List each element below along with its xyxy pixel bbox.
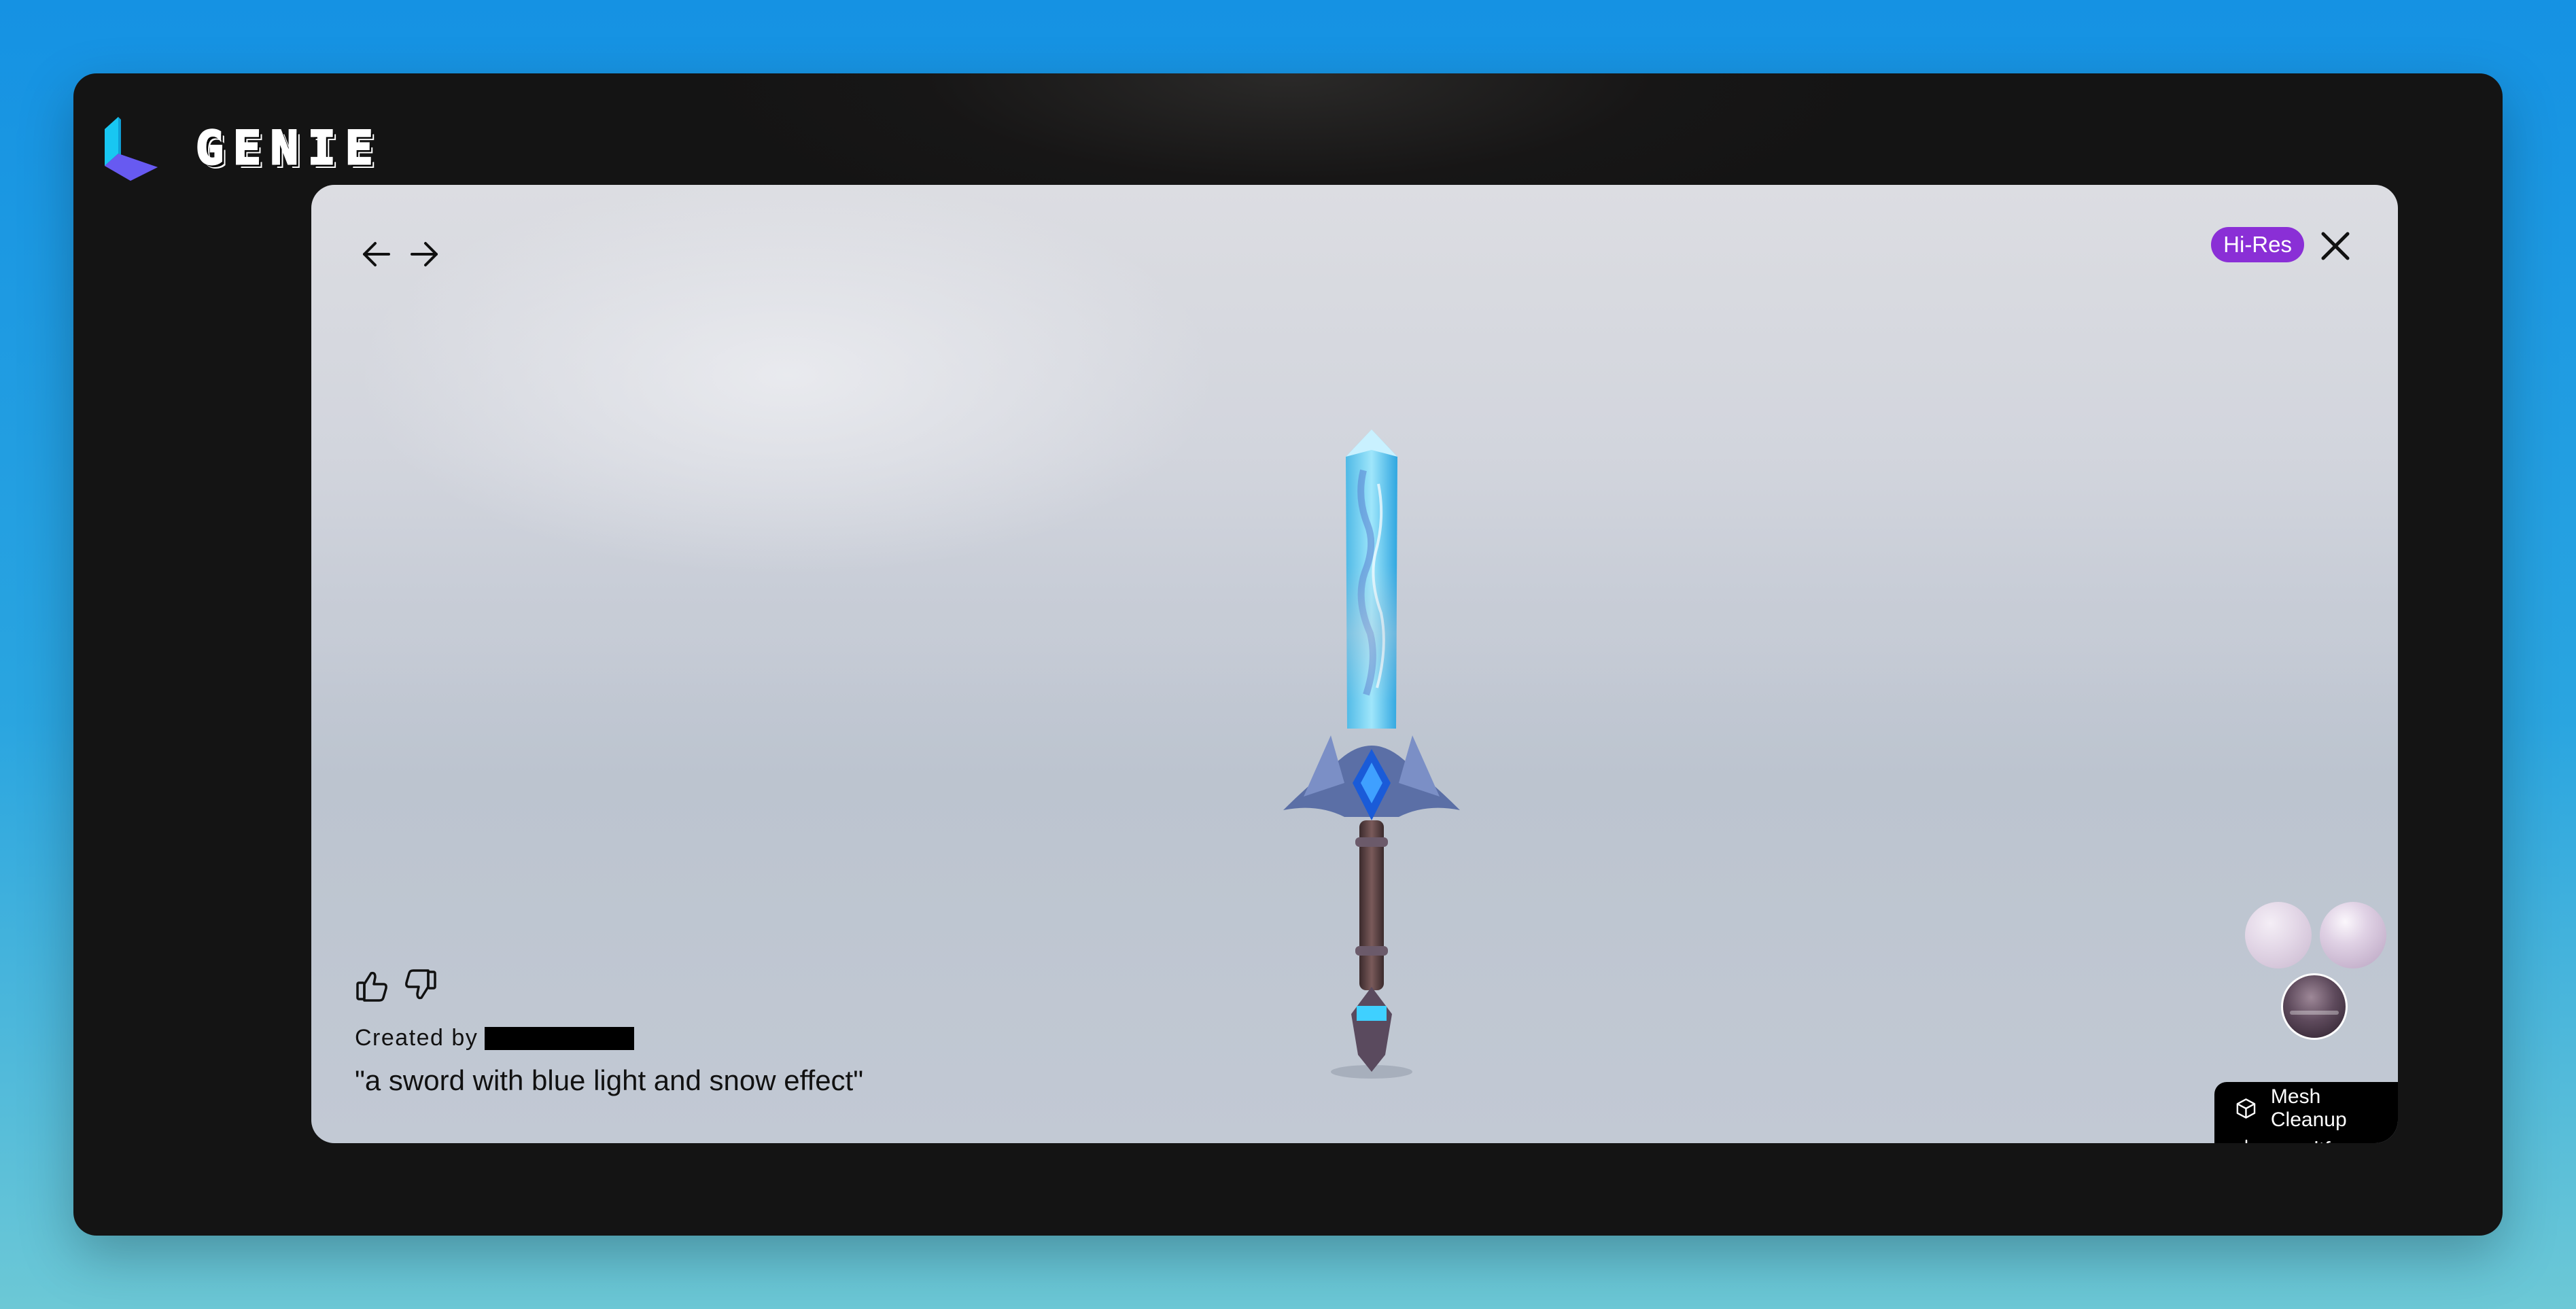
format-value: gltf <box>2302 1137 2330 1143</box>
cube-icon <box>2236 1098 2256 1119</box>
arrow-right-icon <box>411 242 438 266</box>
redacted-username <box>485 1026 635 1050</box>
model-viewer[interactable]: Hi-Res Created by "a sword with blue lig… <box>311 185 2398 1143</box>
sword-model[interactable] <box>1276 430 1467 1082</box>
next-button[interactable] <box>404 234 445 275</box>
app-title: GENIE <box>195 121 383 177</box>
environment-preview-selected[interactable] <box>2281 973 2348 1040</box>
material-preview-glossy[interactable] <box>2320 902 2386 968</box>
hi-res-badge[interactable]: Hi-Res <box>2211 227 2304 262</box>
app-window: GENIE Hi-Res Created by "a sword with bl… <box>73 73 2503 1236</box>
close-icon[interactable] <box>2315 226 2356 266</box>
material-preview-matte[interactable] <box>2245 902 2312 968</box>
created-by: Created by <box>355 1025 635 1051</box>
arrow-left-icon <box>363 242 390 266</box>
download-icon[interactable] <box>2235 1138 2258 1143</box>
export-panel: Mesh Cleanup gltf <box>2214 1082 2398 1143</box>
prompt-text: "a sword with blue light and snow effect… <box>355 1064 864 1096</box>
download-format-select[interactable]: gltf <box>2235 1132 2398 1143</box>
feedback-buttons <box>353 966 439 1007</box>
thumbs-down-icon[interactable] <box>401 966 439 1005</box>
chevron-down-icon[interactable] <box>2375 1138 2398 1143</box>
previous-button[interactable] <box>356 234 397 275</box>
mesh-cleanup-label: Mesh Cleanup <box>2270 1085 2347 1131</box>
mesh-cleanup-button[interactable]: Mesh Cleanup <box>2235 1085 2398 1131</box>
created-by-label: Created by <box>355 1025 478 1051</box>
thumbs-up-icon[interactable] <box>353 966 391 1005</box>
logo-icon <box>105 117 158 181</box>
